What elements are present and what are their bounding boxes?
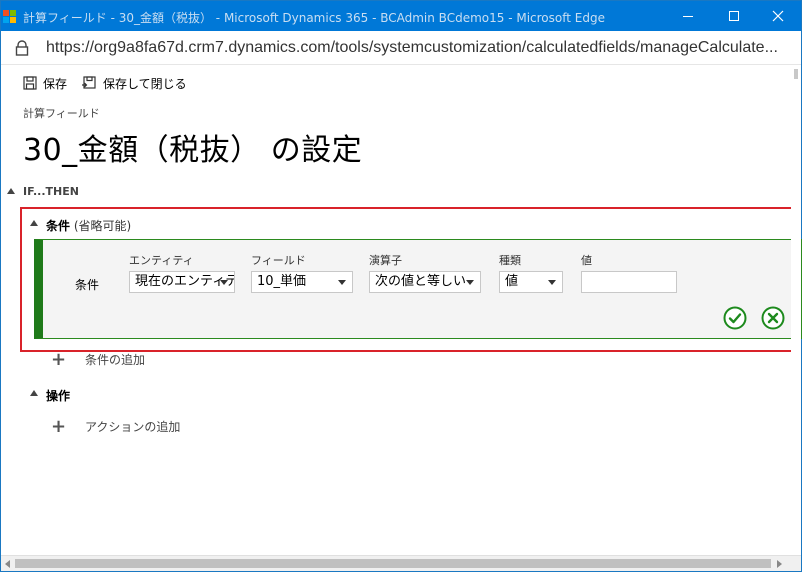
save-and-close-label: 保存して閉じる (103, 76, 187, 91)
chevron-down-icon (220, 280, 228, 285)
save-and-close-button[interactable]: 保存して閉じる (81, 73, 187, 93)
close-button[interactable] (755, 1, 801, 31)
collapse-if-then-icon[interactable] (7, 188, 15, 194)
conditions-optional-note: (省略可能) (73, 219, 132, 233)
title-bar: 計算フィールド - 30_金額（税抜） - Microsoft Dynamics… (1, 1, 801, 31)
field-select-value: 10_単価 (257, 274, 307, 289)
operator-column-header: 演算子 (369, 254, 402, 267)
add-action-label: アクションの追加 (85, 419, 181, 434)
vertical-scrollbar[interactable] (791, 65, 801, 555)
scroll-right-arrow-icon[interactable] (777, 560, 782, 568)
entity-column-header: エンティティ (129, 254, 194, 267)
horizontal-scroll-thumb[interactable] (15, 559, 771, 568)
address-bar[interactable]: https://org9a8fa67d.crm7.dynamics.com/to… (1, 31, 801, 65)
if-then-section-label: IF...THEN (23, 185, 79, 198)
scroll-left-arrow-icon[interactable] (5, 560, 10, 568)
chevron-down-icon (338, 280, 346, 285)
plus-icon: + (51, 415, 67, 437)
lock-icon (15, 40, 29, 56)
add-condition-button[interactable]: + 条件の追加 (51, 348, 146, 370)
window-title: 計算フィールド - 30_金額（税抜） - Microsoft Dynamics… (23, 11, 605, 25)
field-column-header: フィールド (251, 254, 306, 267)
condition-row-label: 条件 (75, 278, 100, 292)
page-title: 30_金額（税抜） の設定 (23, 133, 363, 168)
chevron-down-icon (548, 280, 556, 285)
maximize-icon (729, 11, 739, 21)
close-icon (772, 10, 784, 22)
actions-header: 操作 (46, 389, 71, 403)
save-label: 保存 (43, 76, 68, 91)
type-column-header: 種類 (499, 254, 521, 267)
save-and-close-icon (82, 76, 96, 89)
field-select[interactable]: 10_単価 (251, 271, 353, 293)
add-condition-label: 条件の追加 (85, 352, 146, 367)
collapse-conditions-icon[interactable] (30, 220, 38, 226)
type-select[interactable]: 値 (499, 271, 563, 293)
value-column-header: 値 (581, 254, 592, 267)
operator-select-value: 次の値と等しい (375, 274, 467, 289)
microsoft-logo-icon (3, 10, 17, 24)
conditions-header: 条件 (省略可能) (46, 217, 131, 234)
collapse-actions-icon[interactable] (30, 390, 38, 396)
maximize-button[interactable] (711, 1, 757, 31)
confirm-check-icon[interactable] (723, 306, 747, 330)
chevron-down-icon (466, 280, 474, 285)
minimize-icon (683, 15, 693, 17)
value-input[interactable] (581, 271, 677, 293)
plus-icon: + (51, 348, 67, 370)
save-icon (23, 76, 37, 90)
cancel-x-icon[interactable] (761, 306, 785, 330)
minimize-button[interactable] (665, 1, 711, 31)
operator-select[interactable]: 次の値と等しい (369, 271, 481, 293)
url-text[interactable]: https://org9a8fa67d.crm7.dynamics.com/to… (46, 39, 778, 57)
save-button[interactable]: 保存 (23, 73, 67, 93)
add-action-button[interactable]: + アクションの追加 (51, 415, 181, 437)
scroll-thumb[interactable] (794, 69, 798, 79)
browser-window: 計算フィールド - 30_金額（税抜） - Microsoft Dynamics… (0, 0, 802, 572)
entity-select[interactable]: 現在のエンティティ (129, 271, 235, 293)
condition-row: 条件 エンティティ フィールド 演算子 種類 値 現在のエンティティ 10_単価… (34, 239, 802, 339)
horizontal-scrollbar[interactable] (1, 555, 801, 571)
type-select-value: 値 (505, 274, 519, 289)
entity-subtitle: 計算フィールド (23, 107, 100, 120)
conditions-title: 条件 (46, 219, 71, 233)
